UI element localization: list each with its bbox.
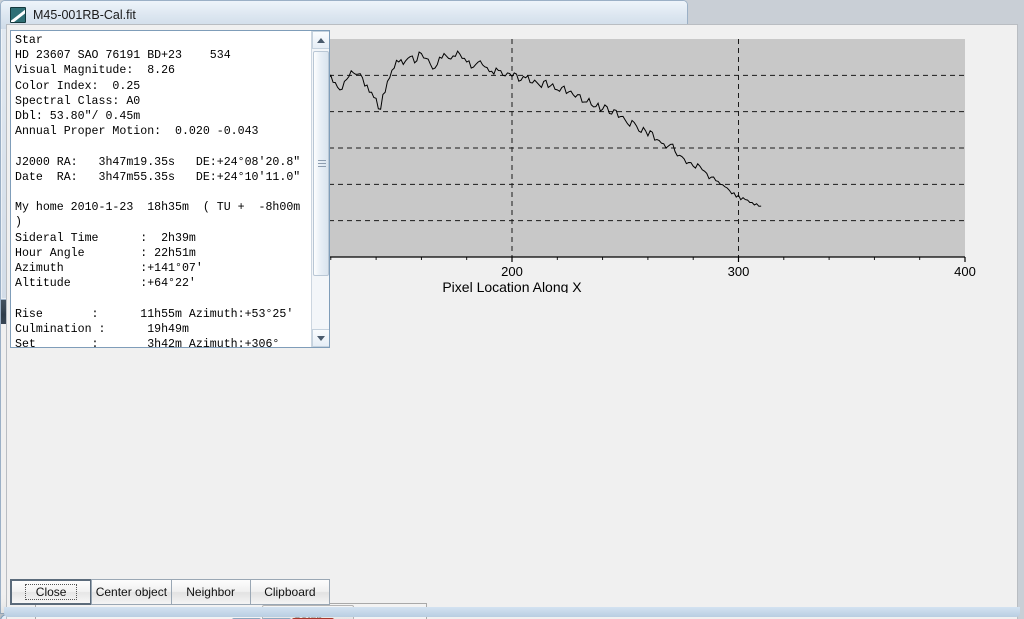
identification-dialog: Identification ✕ Star HD 23607 SAO 76191… (0, 614, 340, 619)
scrollbar-thumb[interactable] (313, 51, 329, 276)
clipboard-button[interactable]: Clipboard (250, 579, 330, 605)
fits-image-icon (10, 7, 26, 23)
identification-scrollbar[interactable] (311, 31, 329, 347)
x-tick-label: 400 (954, 264, 976, 279)
close-button[interactable]: Close (10, 579, 92, 605)
scroll-up-arrow-icon[interactable] (312, 31, 330, 49)
dialog-bottom-strip (4, 607, 1020, 617)
center-object-button[interactable]: Center object (91, 579, 171, 605)
identification-text-area[interactable]: Star HD 23607 SAO 76191 BD+23 534 Visual… (10, 30, 330, 348)
x-tick-label: 200 (501, 264, 523, 279)
x-tick-label: 300 (728, 264, 750, 279)
close-button-label: Close (25, 584, 78, 600)
identification-text: Star HD 23607 SAO 76191 BD+23 534 Visual… (15, 33, 309, 348)
identification-button-row: Close Center object Neighbor Clipboard (10, 579, 330, 605)
neighbor-button[interactable]: Neighbor (171, 579, 251, 605)
x-axis-label: Pixel Location Along X (442, 279, 582, 293)
image-window-title: M45-001RB-Cal.fit (33, 8, 136, 22)
scroll-down-arrow-icon[interactable] (312, 329, 330, 347)
